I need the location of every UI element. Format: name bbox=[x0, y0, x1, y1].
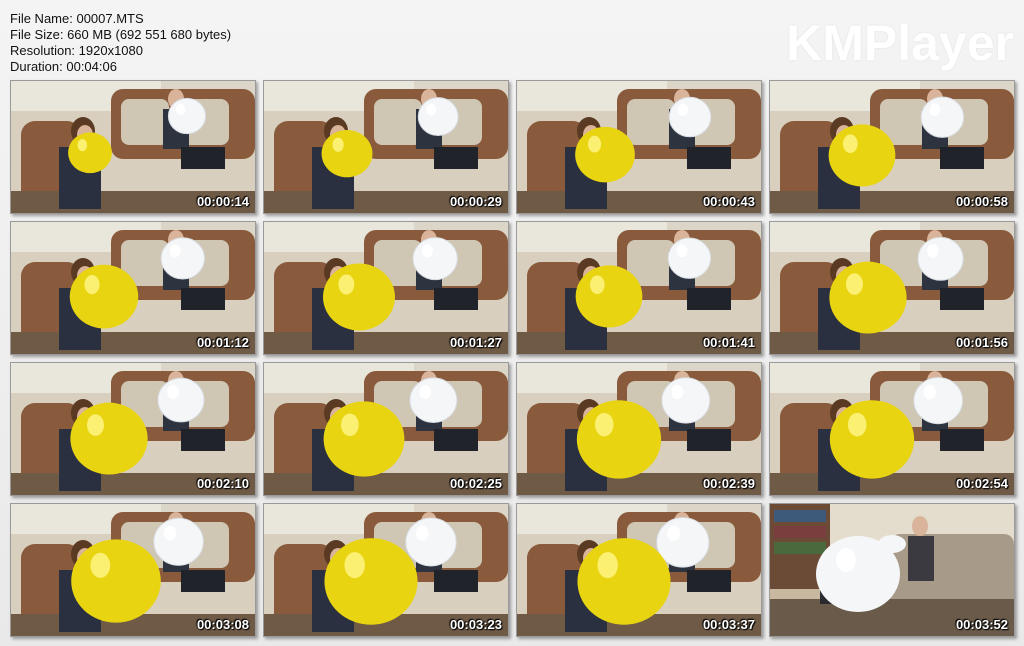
thumbnail-timestamp: 00:03:08 bbox=[196, 617, 249, 632]
thumbnail-grid: 00:00:14 00:00:29 00:00:43 00:00:58 00:0… bbox=[0, 0, 1024, 646]
thumbnail-timestamp: 00:02:25 bbox=[449, 476, 502, 491]
video-thumbnail[interactable]: 00:01:56 bbox=[769, 221, 1015, 355]
video-thumbnail[interactable]: 00:01:12 bbox=[10, 221, 256, 355]
video-thumbnail[interactable]: 00:02:54 bbox=[769, 362, 1015, 496]
video-thumbnail[interactable]: 00:03:52 bbox=[769, 503, 1015, 637]
thumbnail-timestamp: 00:02:10 bbox=[196, 476, 249, 491]
video-thumbnail[interactable]: 00:03:23 bbox=[263, 503, 509, 637]
video-thumbnail[interactable]: 00:02:25 bbox=[263, 362, 509, 496]
thumbnail-timestamp: 00:01:56 bbox=[955, 335, 1008, 350]
thumbnail-timestamp: 00:01:12 bbox=[196, 335, 249, 350]
thumbnail-timestamp: 00:02:54 bbox=[955, 476, 1008, 491]
video-thumbnail[interactable]: 00:01:27 bbox=[263, 221, 509, 355]
video-thumbnail[interactable]: 00:00:14 bbox=[10, 80, 256, 214]
thumbnail-timestamp: 00:00:43 bbox=[702, 194, 755, 209]
thumbnail-timestamp: 00:00:14 bbox=[196, 194, 249, 209]
thumbnail-timestamp: 00:01:41 bbox=[702, 335, 755, 350]
video-thumbnail[interactable]: 00:02:39 bbox=[516, 362, 762, 496]
video-thumbnail[interactable]: 00:01:41 bbox=[516, 221, 762, 355]
thumbnail-timestamp: 00:03:52 bbox=[955, 617, 1008, 632]
video-thumbnail[interactable]: 00:03:37 bbox=[516, 503, 762, 637]
video-thumbnail[interactable]: 00:03:08 bbox=[10, 503, 256, 637]
video-thumbnail[interactable]: 00:00:58 bbox=[769, 80, 1015, 214]
thumbnail-timestamp: 00:03:23 bbox=[449, 617, 502, 632]
video-thumbnail[interactable]: 00:02:10 bbox=[10, 362, 256, 496]
thumbnail-timestamp: 00:00:29 bbox=[449, 194, 502, 209]
video-thumbnail[interactable]: 00:00:43 bbox=[516, 80, 762, 214]
thumbnail-timestamp: 00:00:58 bbox=[955, 194, 1008, 209]
video-thumbnail[interactable]: 00:00:29 bbox=[263, 80, 509, 214]
thumbnail-timestamp: 00:01:27 bbox=[449, 335, 502, 350]
thumbnail-timestamp: 00:02:39 bbox=[702, 476, 755, 491]
thumbnail-timestamp: 00:03:37 bbox=[702, 617, 755, 632]
